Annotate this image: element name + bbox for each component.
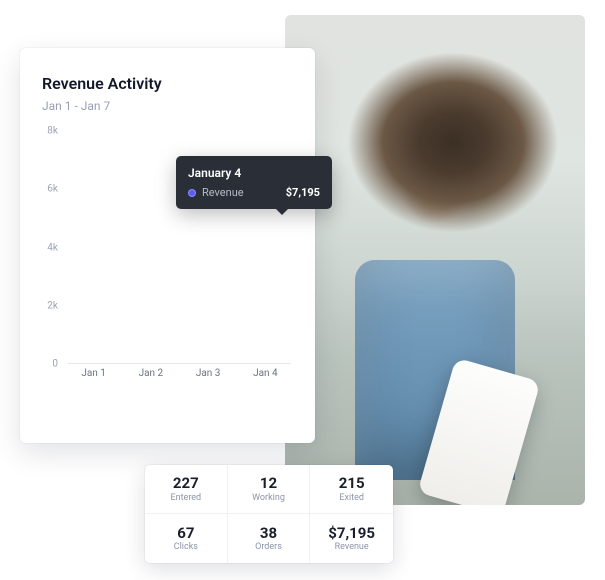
chart-subtitle: Jan 1 - Jan 7	[42, 99, 291, 113]
y-tick-label: 4k	[38, 242, 58, 253]
stat-value: 67	[177, 525, 194, 542]
stat-value: 227	[173, 475, 199, 492]
stat-cell: 12Working	[228, 465, 311, 514]
stat-cell: 227Entered	[145, 465, 228, 514]
stat-cell: $7,195Revenue	[310, 514, 393, 563]
stat-value: $7,195	[328, 525, 375, 542]
x-tick-label: Jan 2	[131, 368, 170, 386]
stat-value: 215	[339, 475, 365, 492]
stat-label: Entered	[171, 493, 202, 503]
tooltip-title: January 4	[188, 166, 320, 180]
hero-photo	[285, 15, 585, 505]
x-tick-label: Jan 3	[189, 368, 228, 386]
stat-value: 38	[260, 525, 277, 542]
stats-card: 227Entered12Working215Exited67Clicks38Or…	[145, 465, 393, 563]
tooltip-series-label: Revenue	[202, 186, 244, 199]
stat-label: Orders	[255, 542, 282, 552]
stat-label: Working	[252, 493, 285, 503]
tooltip-row: Revenue $7,195	[188, 186, 320, 199]
y-tick-label: 2k	[38, 300, 58, 311]
y-tick-label: 8k	[38, 126, 58, 137]
stat-label: Exited	[339, 493, 364, 503]
y-tick-label: 0	[38, 359, 58, 370]
tooltip-value: $7,195	[286, 186, 320, 199]
stat-value: 12	[260, 475, 277, 492]
chart-tooltip: January 4 Revenue $7,195	[176, 156, 332, 209]
stat-label: Clicks	[174, 542, 198, 552]
x-tick-label: Jan 4	[246, 368, 285, 386]
revenue-chart-card: Revenue Activity Jan 1 - Jan 7 0 2k 4k 6k 8k…	[20, 48, 315, 443]
x-axis-labels: Jan 1 Jan 2 Jan 3 Jan 4	[68, 368, 291, 386]
stat-cell: 215Exited	[310, 465, 393, 514]
x-tick-label: Jan 1	[74, 368, 113, 386]
y-tick-label: 6k	[38, 184, 58, 195]
stat-cell: 38Orders	[228, 514, 311, 563]
chart-title: Revenue Activity	[42, 74, 291, 93]
stat-label: Revenue	[335, 542, 369, 552]
stat-cell: 67Clicks	[145, 514, 228, 563]
y-axis: 02k4k6k8k	[38, 131, 62, 364]
series-color-dot-icon	[188, 189, 196, 197]
